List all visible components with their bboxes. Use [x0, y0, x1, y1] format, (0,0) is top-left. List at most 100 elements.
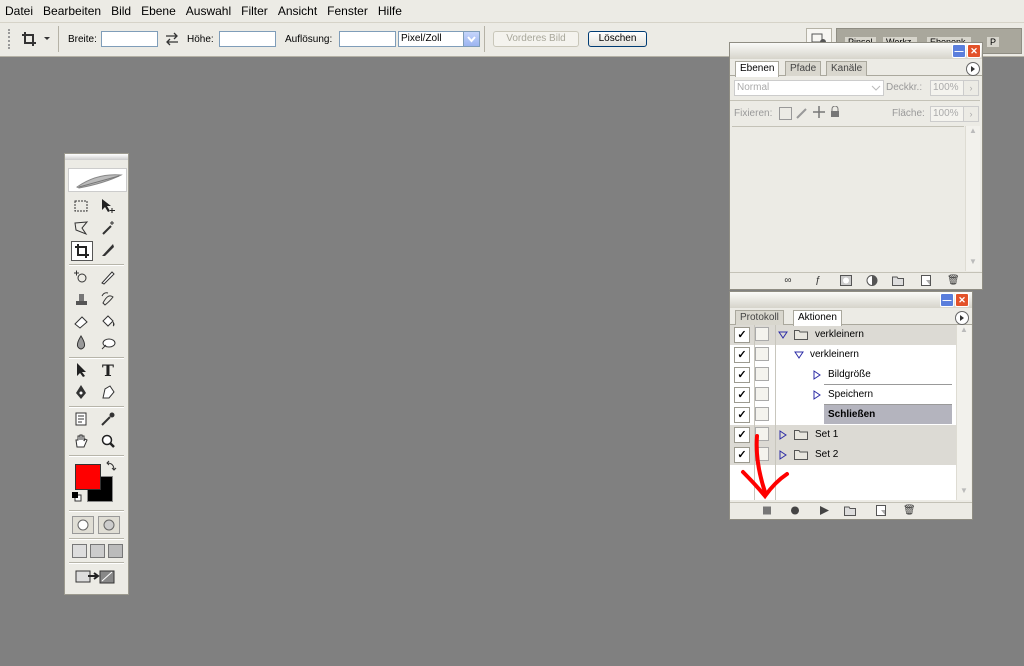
dodge-tool-icon[interactable] — [98, 334, 118, 352]
fill-input[interactable]: 100% — [930, 106, 964, 122]
crop-tool-preset-icon[interactable] — [20, 29, 50, 49]
new-set-icon[interactable] — [844, 505, 856, 516]
tab-aktionen[interactable]: Aktionen — [793, 310, 842, 326]
menu-ansicht[interactable]: Ansicht — [273, 0, 322, 22]
list-item[interactable]: ✓ verkleinern — [730, 325, 956, 345]
opacity-input[interactable]: 100% — [930, 80, 964, 96]
swap-colors-icon[interactable] — [105, 460, 117, 472]
new-action-icon[interactable] — [875, 505, 887, 516]
layers-scrollbar[interactable]: ▲ ▼ — [965, 126, 980, 271]
options-grip[interactable] — [8, 29, 13, 49]
path-selection-icon[interactable] — [71, 361, 91, 379]
custom-shape-icon[interactable] — [98, 383, 118, 401]
expand-triangle-icon[interactable] — [812, 390, 822, 400]
expand-triangle-icon[interactable] — [812, 370, 822, 380]
tab-kanaele[interactable]: Kanäle — [826, 61, 868, 76]
menu-fenster[interactable]: Fenster — [322, 0, 373, 22]
play-icon[interactable] — [818, 505, 830, 516]
resolution-input[interactable] — [339, 31, 396, 47]
width-input[interactable] — [101, 31, 158, 47]
height-input[interactable] — [219, 31, 276, 47]
list-item[interactable]: ✓ Schließen — [730, 405, 956, 425]
panel-menu-icon[interactable] — [955, 311, 969, 325]
pen-tool-icon[interactable] — [71, 383, 91, 401]
screen-mode-standard-icon[interactable] — [72, 544, 87, 558]
lock-transparency-icon[interactable] — [779, 107, 792, 120]
stop-icon[interactable] — [761, 505, 773, 516]
clear-button[interactable]: Löschen — [588, 31, 647, 47]
magic-wand-icon[interactable] — [98, 219, 118, 237]
menu-bild[interactable]: Bild — [106, 0, 136, 22]
screen-mode-full-menu-icon[interactable] — [90, 544, 105, 558]
toggle-checkbox[interactable]: ✓ — [734, 367, 750, 383]
jump-to-imageready-icon[interactable] — [74, 568, 118, 586]
default-colors-icon[interactable] — [72, 492, 82, 502]
layers-panel-titlebar[interactable]: — ✕ — [730, 43, 982, 59]
unit-select[interactable]: Pixel/Zoll — [398, 31, 480, 47]
adobe-feather-logo[interactable] — [68, 168, 127, 192]
zoom-tool-icon[interactable] — [98, 432, 118, 450]
clone-stamp-icon[interactable] — [71, 290, 91, 308]
dialog-toggle[interactable] — [755, 367, 769, 381]
list-item[interactable]: ✓ verkleinern — [730, 345, 956, 365]
actions-panel-titlebar[interactable]: — ✕ — [730, 292, 972, 308]
link-layers-icon[interactable]: ∞ — [782, 275, 794, 286]
menu-auswahl[interactable]: Auswahl — [181, 0, 236, 22]
lock-all-icon[interactable] — [830, 105, 840, 118]
paint-bucket-icon[interactable] — [98, 312, 118, 330]
new-layer-icon[interactable] — [920, 275, 932, 286]
panel-menu-icon[interactable] — [966, 62, 980, 76]
record-icon[interactable] — [789, 505, 801, 516]
lasso-tool-icon[interactable] — [71, 219, 91, 237]
foreground-color-swatch[interactable] — [75, 464, 101, 490]
toggle-checkbox[interactable]: ✓ — [734, 327, 750, 343]
menu-bearbeiten[interactable]: Bearbeiten — [38, 0, 106, 22]
opacity-slider-arrow-icon[interactable]: › — [963, 80, 979, 96]
dialog-toggle[interactable] — [755, 327, 769, 341]
dialog-toggle[interactable] — [755, 407, 769, 421]
toggle-checkbox[interactable]: ✓ — [734, 347, 750, 363]
type-tool-icon[interactable]: T — [98, 361, 118, 380]
layer-style-icon[interactable]: ƒ — [812, 275, 824, 286]
toggle-checkbox[interactable]: ✓ — [734, 407, 750, 423]
swap-dimensions-icon[interactable] — [164, 32, 180, 46]
lock-position-icon[interactable] — [813, 106, 825, 118]
standard-mode-icon[interactable] — [72, 516, 94, 534]
menu-filter[interactable]: Filter — [236, 0, 273, 22]
screen-mode-full-icon[interactable] — [108, 544, 123, 558]
trash-icon[interactable]: 🗑 — [903, 505, 916, 516]
menu-hilfe[interactable]: Hilfe — [373, 0, 407, 22]
layer-mask-icon[interactable] — [840, 275, 852, 286]
list-item[interactable]: ✓ Speichern — [730, 385, 956, 405]
list-item[interactable]: ✓ Bildgröße — [730, 365, 956, 385]
expand-triangle-icon[interactable] — [794, 350, 804, 360]
slice-tool-icon[interactable] — [98, 241, 118, 259]
blend-mode-select[interactable]: Normal — [734, 80, 884, 96]
fill-slider-arrow-icon[interactable]: › — [963, 106, 979, 122]
brush-tool-icon[interactable] — [98, 268, 118, 286]
history-brush-icon[interactable] — [98, 290, 118, 308]
blur-tool-icon[interactable] — [71, 334, 91, 352]
minimize-icon[interactable]: — — [940, 293, 954, 307]
tab-protokoll[interactable]: Protokoll — [735, 310, 784, 325]
front-image-button[interactable]: Vorderes Bild — [493, 31, 579, 47]
actions-scrollbar[interactable]: ▲ ▼ — [956, 325, 971, 500]
lock-pixels-icon[interactable] — [796, 107, 808, 119]
eraser-tool-icon[interactable] — [71, 312, 91, 330]
toolbox-grip[interactable] — [65, 154, 128, 160]
menu-ebene[interactable]: Ebene — [136, 0, 181, 22]
trash-icon[interactable]: 🗑 — [947, 275, 960, 286]
notes-tool-icon[interactable] — [71, 410, 91, 428]
minimize-icon[interactable]: — — [952, 44, 966, 58]
tab-ebenen[interactable]: Ebenen — [735, 61, 780, 77]
close-icon[interactable]: ✕ — [955, 293, 969, 307]
adjustment-layer-icon[interactable] — [866, 275, 878, 286]
toggle-checkbox[interactable]: ✓ — [734, 387, 750, 403]
dock-tab-p[interactable]: P — [987, 37, 1000, 47]
hand-tool-icon[interactable] — [71, 432, 91, 450]
dialog-toggle[interactable] — [755, 387, 769, 401]
healing-brush-icon[interactable] — [71, 268, 91, 286]
close-icon[interactable]: ✕ — [967, 44, 981, 58]
tab-pfade[interactable]: Pfade — [785, 61, 822, 76]
expand-triangle-icon[interactable] — [778, 330, 788, 340]
